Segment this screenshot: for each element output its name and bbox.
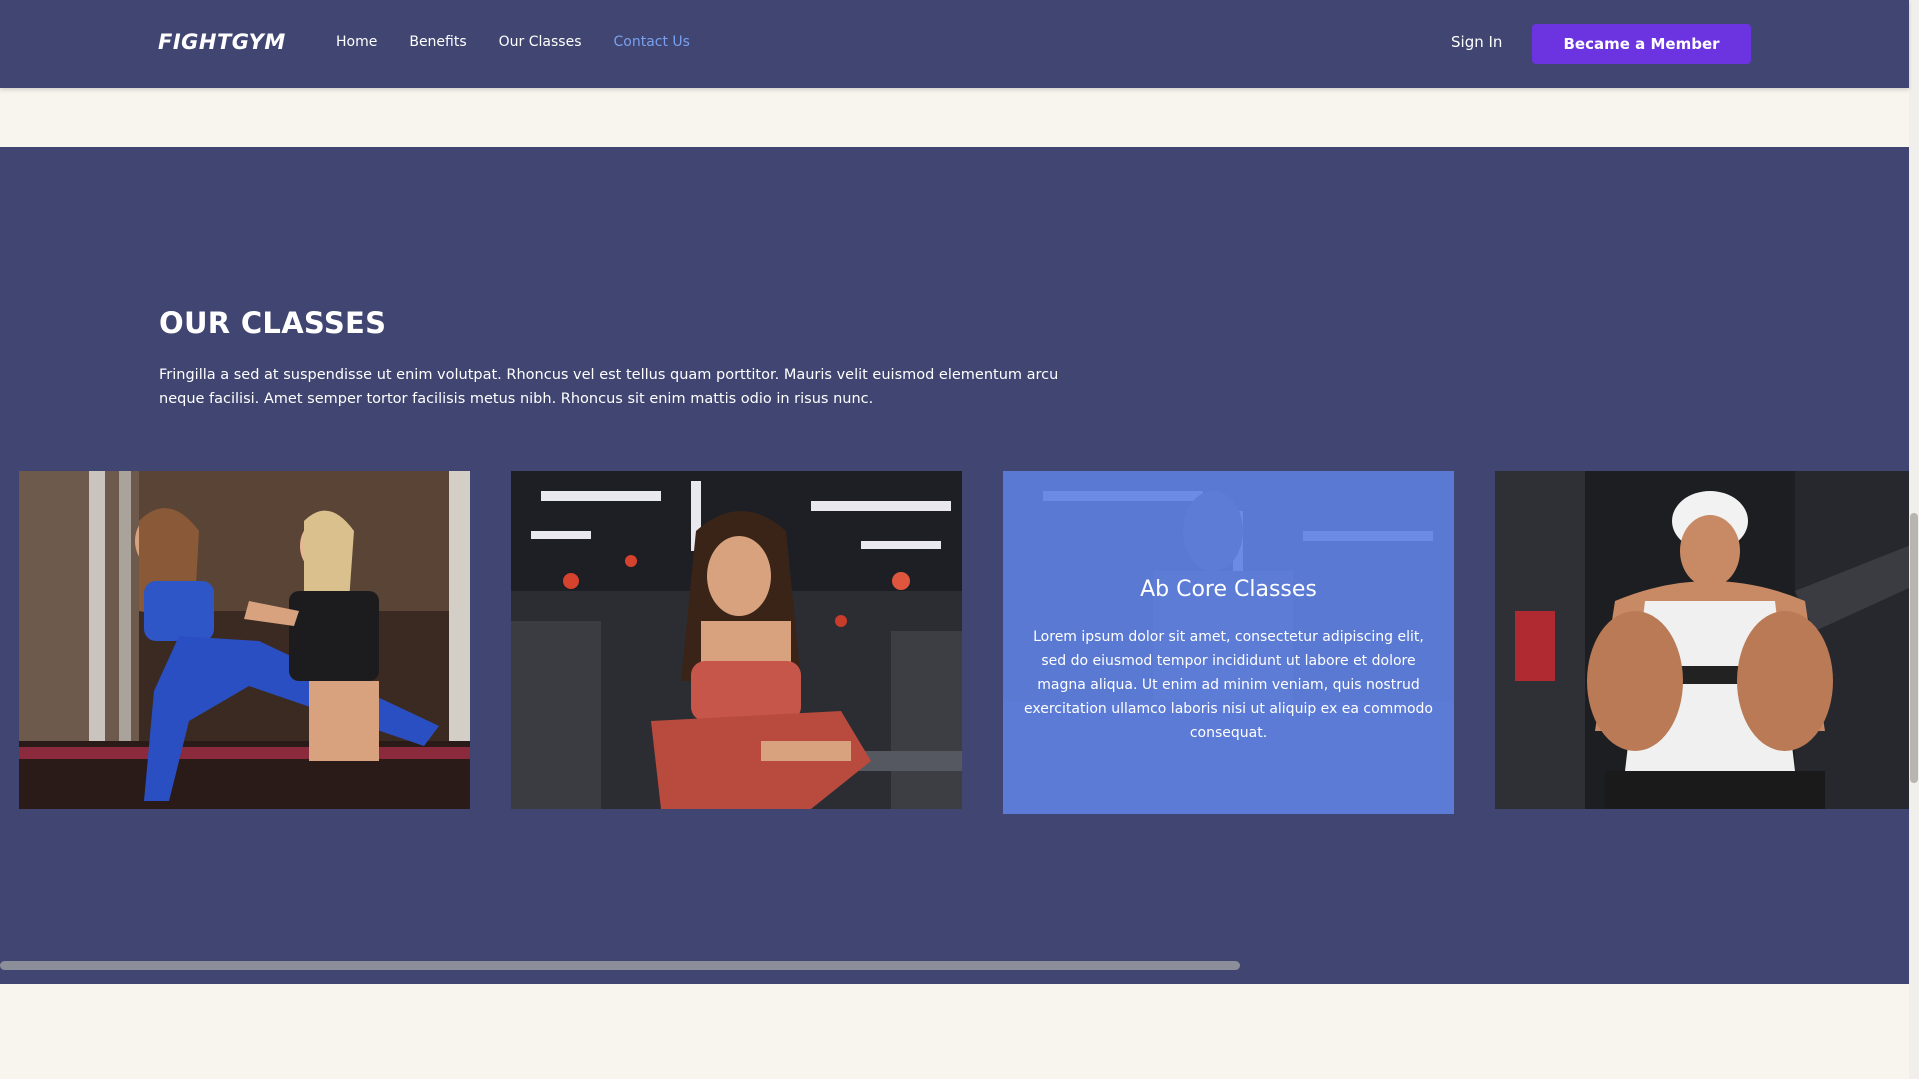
- stretching-class-photo: [19, 471, 470, 809]
- nav-link-home[interactable]: Home: [336, 34, 377, 50]
- main-nav: Home Benefits Our Classes Contact Us: [336, 34, 722, 50]
- section-title: OUR CLASSES: [159, 306, 387, 340]
- class-card-stretching[interactable]: [19, 471, 470, 809]
- class-card-fitness[interactable]: [511, 471, 962, 809]
- section-description: Fringilla a sed at suspendisse ut enim v…: [159, 367, 1059, 407]
- nav-link-benefits[interactable]: Benefits: [409, 34, 466, 50]
- our-classes-section: OUR CLASSES Fringilla a sed at suspendis…: [0, 147, 1909, 984]
- card-title: Ab Core Classes: [1140, 577, 1317, 602]
- sign-in-link[interactable]: Sign In: [1451, 33, 1502, 51]
- fightgym-logo[interactable]: FIGHTGYM: [158, 30, 286, 54]
- classes-carousel[interactable]: Ab Core Classes Lorem ipsum dolor sit am…: [19, 471, 1909, 814]
- carousel-scrollbar[interactable]: [0, 961, 1240, 970]
- nav-link-contact-us[interactable]: Contact Us: [614, 34, 690, 50]
- class-card-strength[interactable]: [1495, 471, 1909, 809]
- class-card-ab-core[interactable]: Ab Core Classes Lorem ipsum dolor sit am…: [1003, 471, 1454, 814]
- strength-class-photo: [1495, 471, 1909, 809]
- become-member-button[interactable]: Became a Member: [1532, 24, 1751, 64]
- top-navbar: FIGHTGYM Home Benefits Our Classes Conta…: [0, 0, 1909, 88]
- page-scrollbar-thumb[interactable]: [1910, 513, 1918, 783]
- fitness-class-photo: [511, 471, 962, 809]
- nav-link-our-classes[interactable]: Our Classes: [499, 34, 582, 50]
- card-description: Lorem ipsum dolor sit amet, consectetur …: [1024, 629, 1433, 741]
